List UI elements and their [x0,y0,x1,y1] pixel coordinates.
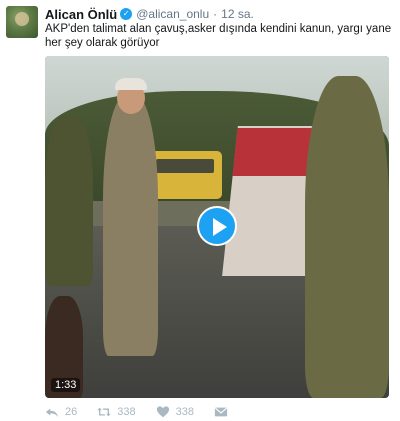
tweet-text: AKP'den talimat alan çavuş,asker dışında… [45,23,392,49]
avatar[interactable] [6,6,38,38]
retweet-button[interactable]: 338 [97,405,136,419]
video-duration: 1:33 [51,378,81,392]
author-name[interactable]: Alican Önlü [45,7,117,22]
reply-count: 26 [65,406,78,418]
video-player[interactable]: 1:33 [45,56,389,398]
separator: · [213,7,218,21]
video-soldier-right [305,76,389,398]
reply-icon [45,408,59,418]
tweet-timestamp[interactable]: 12 sa. [221,7,254,21]
tweet-actions: 26 338 338 [45,405,254,419]
video-soldier-left [45,116,93,286]
video-man-center [103,96,158,356]
tweet: Alican Önlü ✓ @alican_onlu · 12 sa. AKP'… [0,0,400,421]
like-button[interactable]: 338 [156,405,194,419]
video-bus [150,151,222,199]
heart-icon [156,406,169,418]
retweet-icon [97,407,111,417]
verified-icon: ✓ [120,8,133,20]
reply-button[interactable]: 26 [45,405,77,419]
direct-message-button[interactable] [214,405,234,419]
retweet-count: 338 [117,406,136,418]
video-man-cap [115,78,147,90]
like-count: 338 [175,406,194,418]
author-handle[interactable]: @alican_onlu [136,7,209,21]
play-icon[interactable] [197,206,237,246]
envelope-icon [214,407,228,417]
tweet-header: Alican Önlü ✓ @alican_onlu · 12 sa. [45,6,254,22]
